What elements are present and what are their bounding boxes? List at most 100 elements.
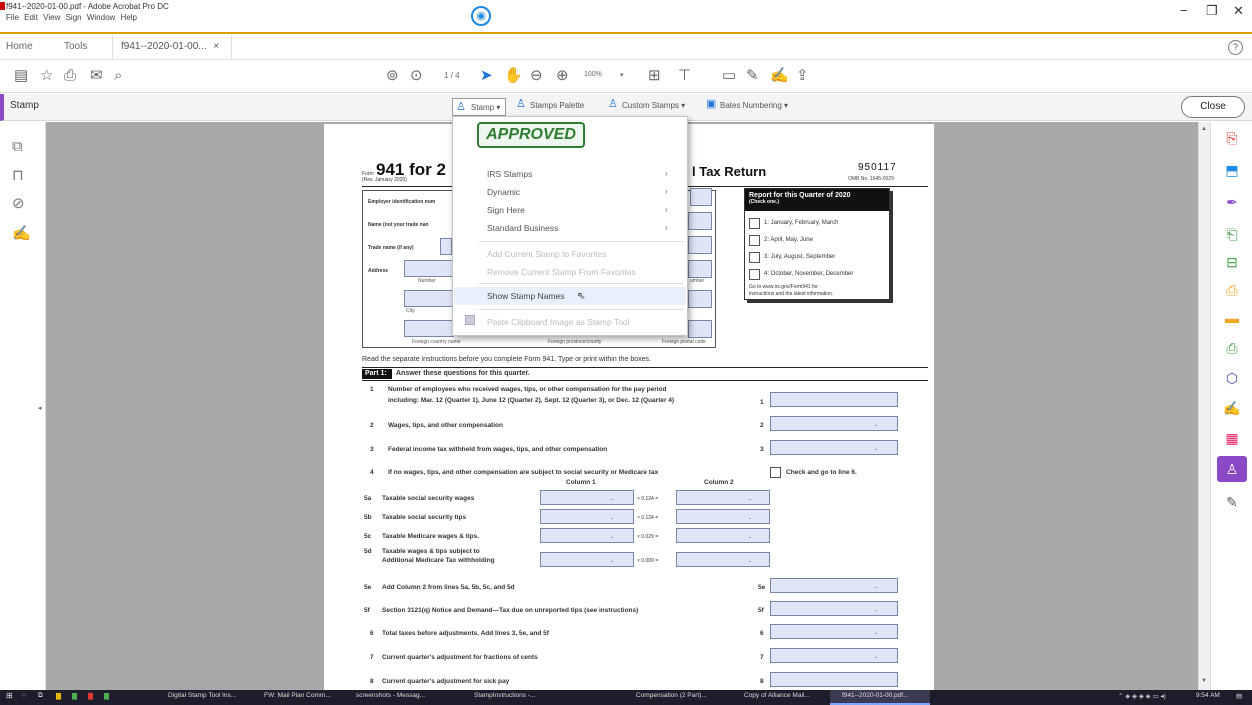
scroll-up-icon[interactable]: ▲ [1201,126,1207,132]
stamp-tool-icon[interactable]: ⊤ [678,67,691,85]
taskbar-item-alliance-mail[interactable]: Copy of Alliance Mail... [744,692,810,699]
approved-stamp-preview[interactable]: APPROVED [477,122,585,148]
postal-field[interactable] [688,320,712,338]
certificates-icon[interactable]: ✍ [1222,398,1242,418]
sign-icon[interactable]: ✍ [770,67,789,85]
taskbar-item-mail-plan[interactable]: FW: Mail Plan Comm... [264,692,331,699]
city-field[interactable] [404,290,454,307]
comment-tool-icon[interactable]: ▬ [1222,308,1242,328]
zip-field[interactable] [688,290,712,308]
close-window-button[interactable]: ✕ [1233,3,1244,19]
bookmarks-icon[interactable]: ⊓ [12,166,24,184]
page-up-icon[interactable]: ⊚ [386,67,399,85]
line1-employees-field[interactable] [770,392,898,407]
taskbar-item-compensation[interactable]: Compensation (2 Part)... [636,692,707,699]
stamps-palette-button[interactable]: Stamps Palette [530,101,584,110]
tab-tools[interactable]: Tools [64,41,87,52]
line5a-column1-field[interactable]: . [540,490,634,505]
menu-sign-here[interactable]: Sign Here [487,205,525,215]
share-icon[interactable]: ⇪ [796,67,809,85]
custom-stamps-button[interactable]: Custom Stamps ▾ [622,101,685,110]
page-thumbnails-icon[interactable]: ⧉ [12,138,23,155]
line3-withholding-field[interactable]: . [770,440,898,455]
vertical-scrollbar[interactable]: ▲ ▼ [1198,122,1210,690]
line5d-column1-field[interactable]: . [540,552,634,567]
windows-start-icon[interactable]: ⊞ [6,691,13,700]
search-icon[interactable]: ⌕ [114,67,122,85]
organize-pages-icon[interactable]: ⊟ [1222,252,1242,272]
signatures-icon[interactable]: ✍ [12,224,31,242]
line6-field[interactable]: . [770,624,898,639]
zoom-in-icon[interactable]: ⊕ [556,67,569,85]
line5c-column1-field[interactable]: . [540,528,634,543]
edit-pdf-icon[interactable]: ⎗ [1222,224,1242,244]
line5a-column2-field[interactable]: . [676,490,770,505]
trade-name-field[interactable] [440,238,452,255]
line7-field[interactable]: . [770,648,898,663]
taskbar-item-stamp-instructions[interactable]: StampInstructions -... [474,692,535,699]
page-down-icon[interactable]: ⊙ [410,67,423,85]
page-fit-icon[interactable]: ⊞ [648,67,661,85]
zoom-level[interactable]: 100% [584,71,602,78]
more-tools-icon[interactable]: ✎ [1222,492,1242,512]
fill-sign-icon[interactable]: ✒ [1222,192,1242,212]
attachments-icon[interactable]: ⊘ [12,194,25,212]
taskbar-search-icon[interactable]: ○ [22,692,26,699]
taskbar-item-screenshots[interactable]: screenshots - Messag... [356,692,425,699]
maximize-button[interactable]: ❐ [1206,3,1218,19]
page-current[interactable]: 1 [444,71,448,80]
select-tool-icon[interactable]: ➤ [480,67,493,85]
line5d-column2-field[interactable]: . [676,552,770,567]
taskbar-item-stamp-tool[interactable]: Digital Stamp Tool Ins... [168,692,236,699]
line4-checkbox[interactable] [770,467,781,478]
bates-numbering-button[interactable]: Bates Numbering ▾ [720,101,788,110]
stamp-dropdown-button[interactable]: ♙ Stamp ▾ [452,98,506,116]
menu-dynamic[interactable]: Dynamic [487,187,520,197]
taskbar-app-icon[interactable]: ▇ [72,692,77,700]
taskbar-app2-icon[interactable]: ▇ [88,692,93,700]
line5f-field[interactable]: . [770,601,898,616]
zoom-out-icon[interactable]: ⊖ [530,67,543,85]
create-pdf-icon[interactable]: ⬒ [1222,160,1242,180]
street-field-end[interactable] [688,260,712,278]
quarter1-checkbox[interactable] [749,218,760,229]
ein-last-field[interactable] [690,188,712,206]
address-number-field[interactable] [404,260,454,277]
tab-home[interactable]: Home [6,41,33,52]
notifications-icon[interactable]: ▤ [1236,692,1242,700]
collapse-left-icon[interactable]: ◂ [38,404,42,412]
export-pdf-icon[interactable]: ⎘ [1222,128,1242,148]
highlight-pen-icon[interactable]: ✎ [746,67,759,85]
system-tray-icons[interactable]: ⌃ ◈ ◈ ◈ ◈ ▭ ◂) [1118,692,1166,700]
stamp-tool-active-icon[interactable]: ♙ [1217,456,1247,482]
menu-help[interactable]: Help [121,13,137,22]
foreign-country-field[interactable] [404,320,454,337]
prepare-form-icon[interactable]: ▦ [1222,428,1242,448]
menu-standard-business[interactable]: Standard Business [487,223,558,233]
protect-icon[interactable]: ⬡ [1222,368,1242,388]
menu-window[interactable]: Window [87,13,115,22]
name-field[interactable] [688,212,712,230]
file-explorer-icon[interactable]: ▇ [56,692,61,700]
zoom-dropdown-icon[interactable]: ▾ [620,71,624,79]
menu-show-stamp-names[interactable]: Show Stamp Names [487,291,564,301]
recording-app-icon[interactable]: ◉ [471,6,491,26]
taskbar-item-f941[interactable]: f941--2020-01-00.pdf... [842,692,909,699]
combine-files-icon[interactable]: ⎙ [1222,280,1242,300]
minimize-button[interactable]: − [1180,3,1188,18]
scroll-down-icon[interactable]: ▼ [1201,678,1207,684]
menu-sign[interactable]: Sign [66,13,82,22]
quarter3-checkbox[interactable] [749,252,760,263]
line5b-column2-field[interactable]: . [676,509,770,524]
quarter2-checkbox[interactable] [749,235,760,246]
print-production-icon[interactable]: ⎙ [1222,338,1242,358]
menu-file[interactable]: File [6,13,19,22]
line5b-column1-field[interactable]: . [540,509,634,524]
quarter4-checkbox[interactable] [749,269,760,280]
help-icon[interactable]: ? [1228,40,1243,55]
bookmark-star-icon[interactable]: ☆ [40,67,53,85]
line8-field[interactable] [770,672,898,687]
comment-icon[interactable]: ▭ [722,67,736,85]
menu-view[interactable]: View [43,13,60,22]
trade-field-end[interactable] [688,236,712,254]
